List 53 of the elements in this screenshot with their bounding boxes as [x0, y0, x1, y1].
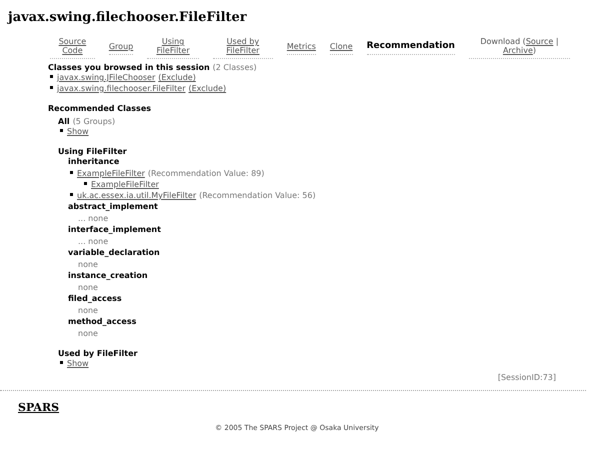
empty-note: none — [78, 282, 99, 293]
class-link[interactable]: ExampleFileFilter — [77, 169, 145, 178]
category-heading: method_access — [68, 316, 138, 328]
empty-note: none — [78, 305, 99, 316]
group-heading: Using FileFilter — [58, 147, 128, 156]
download-link[interactable]: Source — [526, 37, 554, 46]
nav-link[interactable]: Clone — [330, 42, 353, 54]
nav-link[interactable]: Group — [108, 42, 134, 54]
category-heading: inheritance — [68, 156, 120, 168]
show-link[interactable]: Show — [67, 127, 89, 136]
category-heading: variable_declaration — [68, 247, 161, 259]
group-heading: Used by FileFilter — [58, 349, 138, 358]
empty-note: none — [78, 259, 99, 270]
exclude-link[interactable]: (Exclude) — [158, 73, 196, 82]
category-heading: instance_creation — [68, 270, 149, 282]
download-label: ) — [532, 46, 536, 55]
download-label: | — [554, 37, 559, 46]
bullet-icon — [50, 86, 53, 89]
group-label: All — [58, 117, 70, 126]
recommendation-value: (Recommendation Value: 56) — [199, 191, 316, 200]
nav-link[interactable]: Source Code — [50, 37, 95, 59]
nav-link[interactable]: Using FileFilter — [147, 37, 199, 59]
download-link[interactable]: Archive — [502, 46, 533, 55]
download-label: Download ( — [480, 37, 526, 46]
category-heading: filed_access — [68, 293, 123, 305]
section-heading: Classes you browsed in this session — [48, 63, 210, 72]
category-heading: abstract_implement — [68, 201, 159, 213]
spars-logo: SPARS — [18, 401, 60, 414]
bullet-icon — [60, 361, 63, 364]
class-link[interactable]: uk.ac.essex.ia.util.MyFileFilter — [77, 191, 196, 200]
section-heading: Recommended Classes — [48, 104, 152, 113]
class-link[interactable]: javax.swing.JFileChooser — [57, 73, 156, 82]
empty-note: none — [78, 328, 99, 339]
group-count: (5 Groups) — [72, 117, 116, 126]
empty-note: ... none — [78, 213, 110, 224]
exclude-link[interactable]: (Exclude) — [188, 84, 226, 93]
class-count: (2 Classes) — [212, 63, 257, 72]
bullet-icon — [84, 182, 87, 185]
session-id: [SessionID:73] — [498, 373, 556, 382]
show-link[interactable]: Show — [67, 359, 89, 368]
class-link[interactable]: javax.swing.filechooser.FileFilter — [57, 84, 186, 93]
bullet-icon — [70, 193, 73, 196]
bullet-icon — [60, 129, 63, 132]
nav-link[interactable]: Metrics — [286, 42, 316, 54]
category-heading: interface_implement — [68, 224, 162, 236]
bullet-icon — [70, 171, 73, 174]
empty-note: ... none — [78, 236, 110, 247]
nav-current: Recommendation — [366, 41, 455, 55]
class-link[interactable]: ExampleFileFilter — [91, 180, 159, 189]
nav-link[interactable]: Used by FileFilter — [212, 37, 273, 59]
page-title: javax.swing.filechooser.FileFilter — [8, 10, 248, 25]
recommendation-value: (Recommendation Value: 89) — [148, 169, 264, 178]
bullet-icon — [50, 75, 53, 78]
